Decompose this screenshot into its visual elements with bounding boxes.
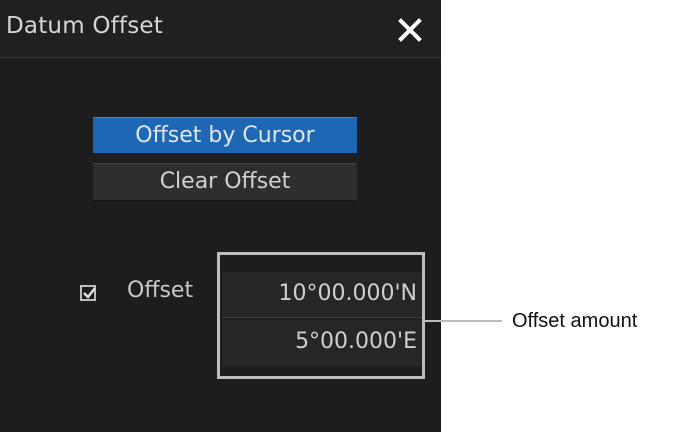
title-divider xyxy=(0,57,441,58)
callout-line xyxy=(425,320,502,322)
offset-label: Offset xyxy=(127,278,194,303)
clear-offset-button[interactable]: Clear Offset xyxy=(93,163,357,201)
offset-amount-highlight xyxy=(217,252,425,379)
offset-checkbox[interactable] xyxy=(80,285,96,301)
offset-by-cursor-button[interactable]: Offset by Cursor xyxy=(93,117,357,153)
dialog-titlebar: Datum Offset xyxy=(0,0,441,57)
close-button[interactable] xyxy=(390,10,430,50)
close-icon xyxy=(398,18,422,42)
checkmark-icon xyxy=(83,287,96,299)
callout-label: Offset amount xyxy=(512,310,638,332)
dialog-title: Datum Offset xyxy=(6,13,163,39)
